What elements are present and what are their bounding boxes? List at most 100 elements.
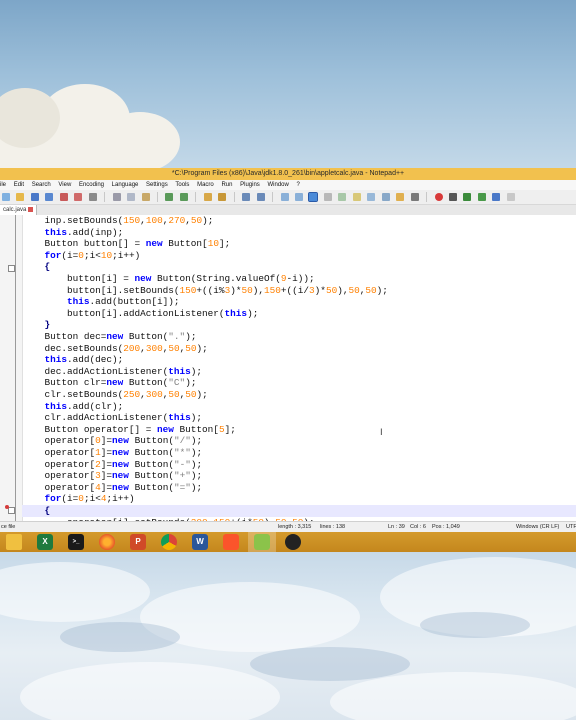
menu-language[interactable]: Language <box>112 180 139 190</box>
language-icon[interactable] <box>352 193 361 201</box>
status-lines: lines : 138 <box>320 524 346 530</box>
doc-map-icon[interactable] <box>367 193 376 201</box>
excel-icon[interactable]: X <box>37 534 53 550</box>
fold-toggle-icon[interactable] <box>8 507 15 514</box>
code-line[interactable]: for(i=0;i<10;i++) <box>22 250 141 262</box>
open-file-icon[interactable] <box>16 193 25 201</box>
code-line[interactable]: dec.addActionListener(this); <box>22 366 203 378</box>
tab-calc-java[interactable]: calc.java <box>0 205 38 215</box>
save-icon[interactable] <box>30 193 39 201</box>
indent-guide-icon[interactable] <box>338 193 347 201</box>
status-pos: Pos : 1,049 <box>432 524 460 530</box>
code-area[interactable]: inp.setBounds(150,100,270,50); this.add(… <box>22 215 576 521</box>
abc-spell-icon[interactable] <box>506 193 515 201</box>
menu-window[interactable]: Window <box>267 180 288 190</box>
chrome-icon[interactable] <box>161 534 177 550</box>
code-line[interactable]: { <box>22 261 51 273</box>
code-line[interactable]: inp.setBounds(150,100,270,50); <box>22 215 214 227</box>
code-line[interactable]: this.add(button[i]); <box>22 296 180 308</box>
word-icon[interactable]: W <box>192 534 208 550</box>
firefox-icon[interactable] <box>99 534 115 550</box>
zoom-out-icon[interactable] <box>256 193 265 201</box>
code-line[interactable]: operator[2]=new Button("-"); <box>22 459 203 471</box>
status-ln: Ln : 39 <box>388 524 405 530</box>
menu-edit[interactable]: Edit <box>14 180 24 190</box>
word-wrap-icon[interactable] <box>308 192 319 202</box>
code-line[interactable]: button[i].setBounds(150+((i%3)*50),150+(… <box>22 285 388 297</box>
menu-run[interactable]: Run <box>221 180 232 190</box>
menu-tools[interactable]: Tools <box>175 180 189 190</box>
redo-icon[interactable] <box>179 193 188 201</box>
code-line[interactable]: clr.setBounds(250,300,50,50); <box>22 389 208 401</box>
function-list-icon[interactable] <box>381 193 390 201</box>
menu-help[interactable]: ? <box>297 180 300 190</box>
snow-shadow <box>60 622 180 652</box>
code-line[interactable]: Button button[] = new Button[10]; <box>22 238 231 250</box>
terminal-icon[interactable]: >_ <box>68 534 84 550</box>
zoom-in-icon[interactable] <box>242 193 251 201</box>
cut-icon[interactable] <box>112 193 121 201</box>
code-line[interactable]: this.add(dec); <box>22 354 124 366</box>
code-line[interactable]: } <box>22 319 51 331</box>
desktop-sky <box>0 0 576 168</box>
tab-close-icon[interactable] <box>28 206 34 212</box>
menu-view[interactable]: View <box>58 180 71 190</box>
stop-macro-icon[interactable] <box>448 193 457 201</box>
code-line[interactable]: Button operator[] = new Button[5]; <box>22 424 236 436</box>
powerpoint-icon[interactable]: P <box>130 534 146 550</box>
notepad-plus-plus-icon[interactable] <box>254 534 270 550</box>
code-line[interactable]: clr.addActionListener(this); <box>22 412 203 424</box>
code-editor[interactable]: inp.setBounds(150,100,270,50); this.add(… <box>0 215 576 521</box>
menu-file[interactable]: ile <box>0 180 6 190</box>
toolbar <box>0 190 576 205</box>
close-icon[interactable] <box>59 193 68 201</box>
play-macro-multiple-icon[interactable] <box>477 193 486 201</box>
code-line[interactable]: operator[3]=new Button("+"); <box>22 470 203 482</box>
status-file-type: ce file <box>1 524 16 530</box>
snow-drift <box>0 562 150 622</box>
code-line[interactable]: button[i].addActionListener(this); <box>22 308 258 320</box>
menu-search[interactable]: Search <box>32 180 51 190</box>
replace-icon[interactable] <box>218 193 227 201</box>
print-icon[interactable] <box>88 193 97 201</box>
code-line[interactable]: dec.setBounds(200,300,50,50); <box>22 343 208 355</box>
play-macro-icon[interactable] <box>463 193 472 201</box>
show-all-chars-icon[interactable] <box>323 193 332 201</box>
code-line[interactable]: operator[0]=new Button("/"); <box>22 435 203 447</box>
menu-settings[interactable]: Settings <box>146 180 168 190</box>
desktop-snow <box>0 552 576 720</box>
new-file-icon[interactable] <box>2 193 10 201</box>
menu-plugins[interactable]: Plugins <box>240 180 260 190</box>
code-line[interactable]: button[i] = new Button(String.valueOf(9-… <box>22 273 315 285</box>
cloud <box>100 112 180 168</box>
code-line[interactable]: Button clr=new Button("C"); <box>22 377 197 389</box>
menu-macro[interactable]: Macro <box>197 180 214 190</box>
paste-icon[interactable] <box>141 193 150 201</box>
fold-toggle-icon[interactable] <box>8 265 15 272</box>
undo-icon[interactable] <box>165 193 174 201</box>
code-line[interactable]: this.add(clr); <box>22 401 124 413</box>
file-explorer-icon[interactable] <box>6 534 22 550</box>
code-line[interactable]: { <box>22 505 576 517</box>
code-line[interactable]: operator[1]=new Button("*"); <box>22 447 203 459</box>
sync-horizontal-icon[interactable] <box>294 193 303 201</box>
folder-workspace-icon[interactable] <box>396 193 405 201</box>
fold-line <box>15 215 16 521</box>
find-icon[interactable] <box>203 193 212 201</box>
save-macro-icon[interactable] <box>492 193 501 201</box>
menu-encoding[interactable]: Encoding <box>79 180 104 190</box>
record-macro-icon[interactable] <box>434 193 443 201</box>
brave-icon[interactable] <box>223 534 239 550</box>
status-bar: ce file length : 3,315 lines : 138 Ln : … <box>0 521 576 532</box>
copy-icon[interactable] <box>127 193 136 201</box>
save-all-icon[interactable] <box>45 193 54 201</box>
code-line[interactable]: for(i=0;i<4;i++) <box>22 493 135 505</box>
code-line[interactable]: operator[4]=new Button("="); <box>22 482 203 494</box>
monitoring-icon[interactable] <box>410 193 419 201</box>
obs-icon[interactable] <box>285 534 301 550</box>
sync-vertical-icon[interactable] <box>280 193 289 201</box>
close-all-icon[interactable] <box>74 193 83 201</box>
bookmark-icon[interactable] <box>5 505 9 509</box>
code-line[interactable]: Button dec=new Button("."); <box>22 331 197 343</box>
code-line[interactable]: this.add(inp); <box>22 227 124 239</box>
